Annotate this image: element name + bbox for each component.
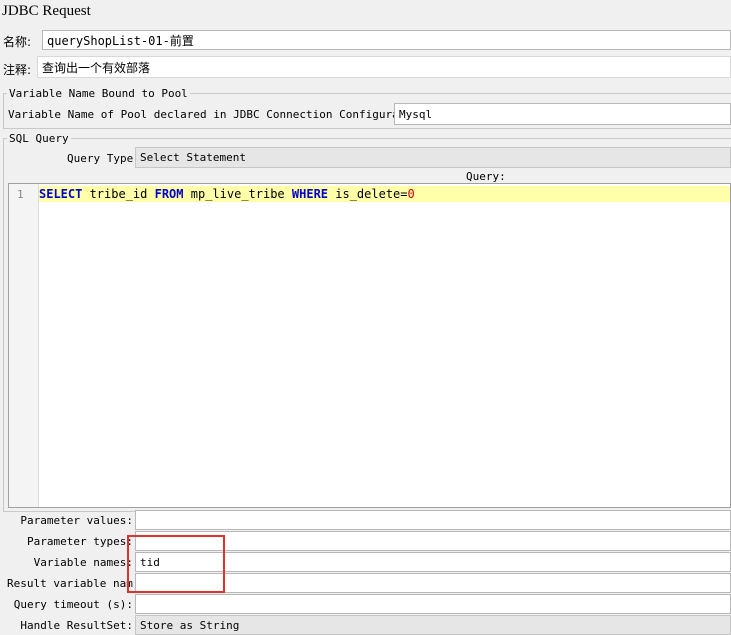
name-input[interactable]: queryShopList-01-前置 bbox=[42, 30, 731, 50]
handle-resultset-label: Handle ResultSet: bbox=[20, 619, 133, 632]
parameter-types-label: Parameter types: bbox=[27, 535, 133, 548]
window-title: JDBC Request bbox=[2, 3, 91, 19]
sql-token-keyword: FROM bbox=[154, 187, 184, 201]
query-type-label: Query Type: bbox=[67, 152, 140, 165]
pool-name-label: Variable Name of Pool declared in JDBC C… bbox=[8, 108, 432, 121]
name-label: 名称: bbox=[3, 35, 32, 49]
query-timeout-label: Query timeout (s): bbox=[13, 598, 133, 611]
line-number: 1 bbox=[17, 188, 24, 201]
sql-editor[interactable]: 1 SELECT tribe_id FROM mp_live_tribe WHE… bbox=[8, 183, 731, 508]
pool-name-input[interactable]: Mysql bbox=[394, 103, 731, 125]
sql-token-plain: tribe_id bbox=[82, 187, 155, 201]
query-type-select[interactable]: Select Statement bbox=[135, 147, 731, 168]
query-timeout-input[interactable] bbox=[135, 594, 731, 614]
parameter-values-input[interactable] bbox=[135, 510, 731, 530]
handle-resultset-select[interactable]: Store as String bbox=[135, 615, 731, 635]
query-header: Query: bbox=[466, 170, 506, 183]
editor-gutter: 1 bbox=[9, 184, 39, 507]
sql-token-number: 0 bbox=[407, 187, 415, 201]
pool-group-legend: Variable Name Bound to Pool bbox=[7, 87, 190, 100]
parameter-values-label: Parameter values: bbox=[20, 514, 133, 527]
sql-token-plain: is_delete= bbox=[328, 187, 408, 201]
result-variable-name-label: Result variable name: bbox=[7, 577, 133, 590]
comment-input[interactable]: 查询出一个有效部落 bbox=[37, 56, 731, 78]
sql-token-keyword: SELECT bbox=[39, 187, 83, 201]
sql-query-legend: SQL Query bbox=[7, 132, 71, 145]
sql-token-plain: mp_live_tribe bbox=[183, 187, 292, 201]
sql-token-keyword: WHERE bbox=[291, 187, 329, 201]
sql-line-1[interactable]: SELECT tribe_id FROM mp_live_tribe WHERE… bbox=[39, 186, 730, 202]
highlight-box bbox=[127, 535, 225, 593]
comment-label: 注释: bbox=[3, 63, 32, 77]
variable-names-label: Variable names: bbox=[33, 556, 133, 569]
